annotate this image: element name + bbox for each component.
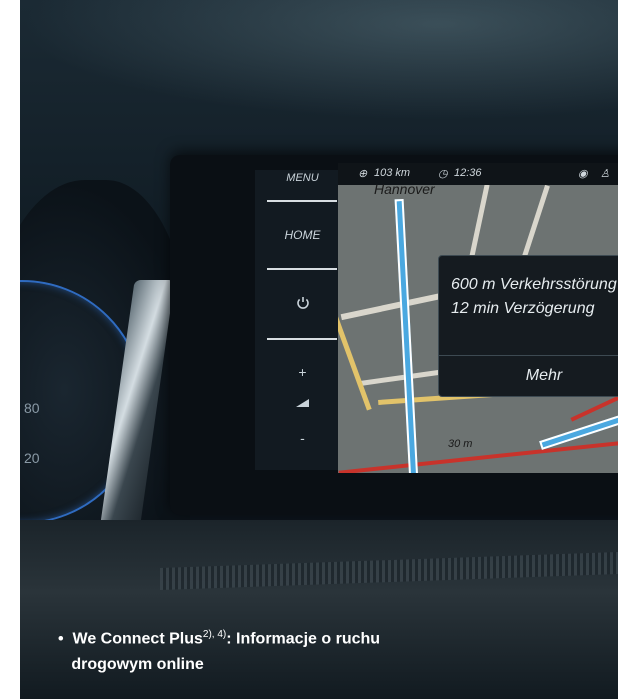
traffic-delay: 12 min Verzögerung bbox=[451, 300, 595, 317]
menu-label: MENU bbox=[286, 172, 319, 184]
volume-up-button[interactable]: + bbox=[255, 364, 350, 380]
minus-label: - bbox=[300, 430, 305, 446]
globe-icon: ⊕ bbox=[358, 168, 368, 180]
traffic-popup: 600 m Verkehrsstörung 12 min Verzögerung… bbox=[438, 255, 618, 397]
divider bbox=[267, 338, 337, 340]
volume-indicator bbox=[255, 398, 350, 411]
navigation-screen[interactable]: ⊕ 103 km ◷ 12:36 ◉ ♙ Hannover 30 m 600 m… bbox=[338, 163, 618, 473]
side-touch-panel: MENU HOME + - bbox=[255, 170, 350, 470]
traffic-road bbox=[338, 439, 618, 473]
home-button[interactable]: HOME bbox=[255, 228, 350, 242]
menu-button[interactable]: MENU bbox=[255, 172, 350, 184]
distance-readout: 103 km bbox=[374, 167, 411, 179]
gauge-tick-80: 80 bbox=[24, 400, 40, 416]
home-label: HOME bbox=[284, 228, 321, 242]
divider bbox=[267, 268, 337, 270]
map-city-label: Hannover bbox=[374, 181, 435, 197]
gauge-tick-20: 20 bbox=[24, 450, 40, 466]
power-icon bbox=[296, 297, 309, 309]
plus-label: + bbox=[298, 364, 307, 380]
caption-bullet: • bbox=[58, 630, 64, 648]
dashboard-photo: 80 20 MENU HOME + - ⊕ 103 km ◷ 12:36 ◉ ♙… bbox=[20, 0, 618, 699]
clock-icon: ◷ bbox=[438, 168, 448, 180]
time-readout: 12:36 bbox=[454, 167, 482, 179]
traffic-distance: 600 m Verkehrsstörung bbox=[451, 276, 617, 293]
caption-rest-1: : Informacje o ruchu bbox=[226, 630, 381, 648]
volume-icon bbox=[295, 399, 309, 407]
power-button[interactable] bbox=[255, 296, 350, 313]
caption-rest-2: drogowym online bbox=[71, 656, 204, 674]
more-button[interactable]: Mehr bbox=[439, 355, 618, 396]
user-icon[interactable]: ♙ bbox=[600, 167, 610, 180]
caption-superscript: 2), 4) bbox=[202, 629, 227, 640]
roof-glow bbox=[20, 0, 618, 120]
caption-title: We Connect Plus bbox=[72, 630, 203, 648]
compass-icon[interactable]: ◉ bbox=[578, 167, 588, 180]
volume-down-button[interactable]: - bbox=[255, 430, 350, 446]
map-road-major bbox=[338, 305, 372, 411]
divider bbox=[267, 200, 337, 202]
route-line bbox=[394, 198, 419, 473]
map-scale: 30 m bbox=[448, 438, 473, 450]
caption: • We Connect Plus2), 4): Informacje o ru… bbox=[58, 622, 518, 678]
